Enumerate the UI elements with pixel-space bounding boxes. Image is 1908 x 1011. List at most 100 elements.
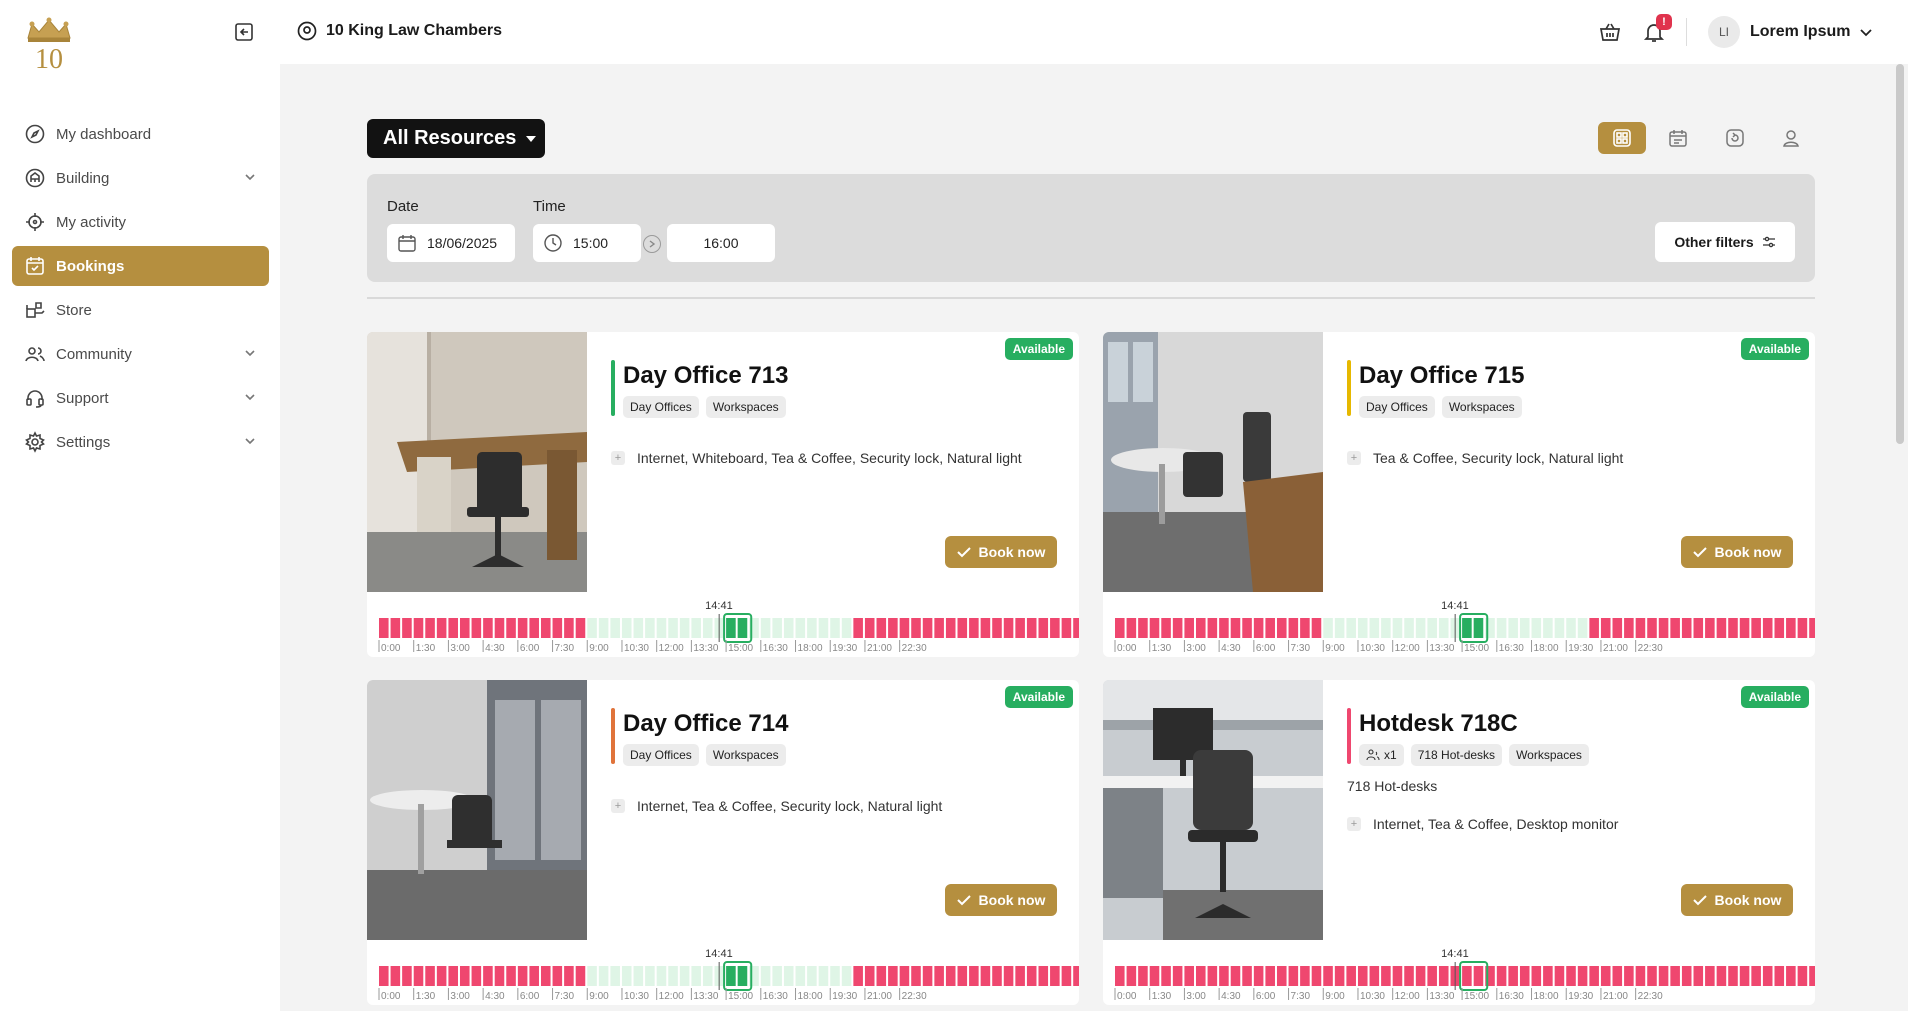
booked-slot[interactable] [1253, 966, 1264, 986]
free-slot[interactable] [610, 618, 620, 638]
free-slot[interactable] [841, 618, 852, 638]
booked-slot[interactable] [1786, 966, 1796, 986]
free-slot[interactable] [645, 966, 655, 986]
free-slot[interactable] [1543, 618, 1553, 638]
booked-slot[interactable] [945, 618, 956, 638]
booked-slot[interactable] [1073, 966, 1079, 986]
free-slot[interactable] [807, 966, 817, 986]
availability-timeline[interactable]: 0:00 1:30 3:00 4:30 6:00 7:30 9:00 10:30 12:00 13… [367, 592, 1079, 657]
resource-card[interactable]: Day Office 714 Day Offices Workspaces + Inte… [367, 680, 1079, 1005]
booked-slot[interactable] [390, 618, 401, 638]
booked-slot[interactable] [471, 618, 482, 638]
booked-slot[interactable] [1381, 966, 1391, 986]
user-name[interactable]: Lorem Ipsum [1750, 23, 1850, 41]
booked-slot[interactable] [1543, 966, 1553, 986]
free-slot[interactable] [1566, 618, 1576, 638]
booked-slot[interactable] [1207, 618, 1218, 638]
free-slot[interactable] [621, 618, 632, 638]
booked-slot[interactable] [1635, 618, 1646, 638]
booked-slot[interactable] [1797, 618, 1808, 638]
free-slot[interactable] [610, 966, 620, 986]
booked-slot[interactable] [1300, 966, 1310, 986]
booked-slot[interactable] [540, 966, 551, 986]
booked-slot[interactable] [1600, 618, 1611, 638]
booked-slot[interactable] [934, 618, 944, 638]
booked-slot[interactable] [1462, 966, 1472, 986]
booked-slot[interactable] [1728, 618, 1738, 638]
booked-slot[interactable] [1762, 618, 1773, 638]
free-slot[interactable] [1346, 618, 1356, 638]
booked-slot[interactable] [1809, 618, 1815, 638]
booked-slot[interactable] [1786, 618, 1796, 638]
sidebar-item-building[interactable]: Building [12, 158, 269, 198]
booked-slot[interactable] [1774, 966, 1785, 986]
booked-slot[interactable] [1276, 618, 1287, 638]
sidebar-item-settings[interactable]: Settings [12, 422, 269, 462]
resource-card[interactable]: Hotdesk 718C x1 718 Hot-desks Workspaces 718… [1103, 680, 1815, 1005]
booked-slot[interactable] [911, 966, 921, 986]
booked-slot[interactable] [1172, 966, 1183, 986]
free-slot[interactable] [783, 966, 794, 986]
booked-slot[interactable] [853, 618, 863, 638]
booked-slot[interactable] [1195, 618, 1206, 638]
booked-slot[interactable] [1126, 966, 1137, 986]
booked-slot[interactable] [506, 618, 516, 638]
resource-filter-dropdown[interactable]: All Resources [367, 119, 545, 158]
booked-slot[interactable] [911, 618, 921, 638]
free-slot[interactable] [1496, 618, 1507, 638]
free-slot[interactable] [691, 966, 701, 986]
booked-slot[interactable] [957, 966, 968, 986]
booked-slot[interactable] [1288, 618, 1299, 638]
booked-slot[interactable] [1015, 618, 1025, 638]
booked-slot[interactable] [1531, 966, 1542, 986]
logo[interactable]: 10 [22, 16, 76, 70]
booked-slot[interactable] [1015, 966, 1025, 986]
booked-slot[interactable] [1276, 966, 1287, 986]
scrollbar[interactable] [1896, 64, 1904, 444]
booked-slot[interactable] [876, 966, 887, 986]
end-time-field[interactable]: 16:00 [667, 224, 775, 262]
booked-slot[interactable] [1739, 966, 1750, 986]
free-slot[interactable] [841, 966, 852, 986]
booked-slot[interactable] [1716, 966, 1727, 986]
booked-slot[interactable] [1126, 618, 1137, 638]
booked-slot[interactable] [1797, 966, 1808, 986]
booked-slot[interactable] [1681, 618, 1692, 638]
free-slot[interactable] [679, 966, 690, 986]
booked-slot[interactable] [1739, 618, 1750, 638]
collapse-sidebar-button[interactable] [232, 20, 256, 44]
free-slot[interactable] [1531, 618, 1542, 638]
booked-slot[interactable] [1357, 966, 1368, 986]
free-slot[interactable] [760, 966, 771, 986]
booked-slot[interactable] [1149, 618, 1160, 638]
free-slot[interactable] [772, 618, 782, 638]
booked-slot[interactable] [1728, 966, 1738, 986]
booked-slot[interactable] [1026, 618, 1037, 638]
booked-slot[interactable] [1242, 618, 1252, 638]
resource-card[interactable]: Day Office 715 Day Offices Workspaces + Tea … [1103, 332, 1815, 657]
free-slot[interactable] [1381, 618, 1391, 638]
booked-slot[interactable] [864, 618, 875, 638]
free-slot[interactable] [621, 966, 632, 986]
booked-slot[interactable] [483, 966, 493, 986]
booked-slot[interactable] [1670, 618, 1680, 638]
booked-slot[interactable] [483, 618, 493, 638]
booked-slot[interactable] [1624, 618, 1634, 638]
booked-slot[interactable] [1265, 618, 1275, 638]
booked-slot[interactable] [1050, 618, 1060, 638]
person-view-button[interactable] [1767, 122, 1815, 154]
booked-slot[interactable] [1681, 966, 1692, 986]
booked-slot[interactable] [1003, 966, 1014, 986]
location-selector[interactable]: 10 King Law Chambers [296, 20, 502, 42]
booked-slot[interactable] [1415, 966, 1426, 986]
booked-slot[interactable] [1809, 966, 1815, 986]
booked-slot[interactable] [1705, 618, 1715, 638]
free-slot[interactable] [1369, 618, 1380, 638]
booked-slot[interactable] [1473, 966, 1484, 986]
sidebar-item-bookings[interactable]: Bookings [12, 246, 269, 286]
booked-slot[interactable] [1300, 618, 1310, 638]
booked-slot[interactable] [564, 966, 574, 986]
resource-title[interactable]: Hotdesk 718C [1359, 710, 1518, 738]
other-filters-button[interactable]: Other filters [1655, 222, 1795, 262]
booked-slot[interactable] [459, 966, 470, 986]
